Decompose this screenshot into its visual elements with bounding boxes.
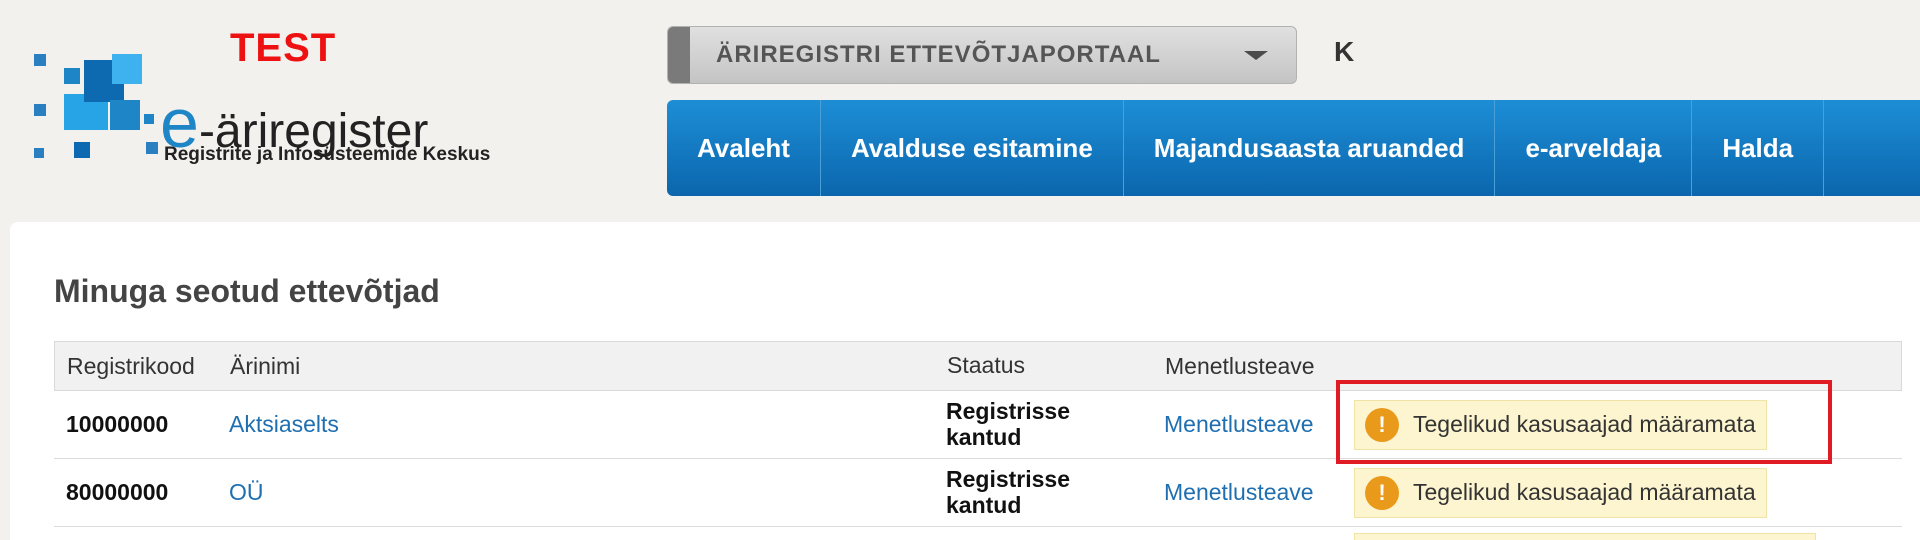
logo-mosaic-square bbox=[64, 68, 80, 84]
logo-mosaic-square bbox=[110, 100, 140, 130]
page-title: Minuga seotud ettevõtjad bbox=[54, 273, 440, 309]
logo-mosaic-square bbox=[144, 114, 154, 124]
warning-text: Tegelikud kasusaajad määramata bbox=[1413, 479, 1756, 505]
user-menu[interactable]: K bbox=[1334, 36, 1354, 68]
procedure-info-link[interactable]: Menetlusteave bbox=[1164, 459, 1314, 526]
logo-mosaic-square bbox=[146, 142, 158, 154]
logo[interactable]: TEST e-äriregister Registrite ja Infosüs… bbox=[28, 26, 568, 170]
nav-item-avaleht[interactable]: Avaleht bbox=[667, 100, 821, 196]
column-header-name: Ärinimi bbox=[230, 352, 301, 379]
nav-item-halda[interactable]: Halda bbox=[1692, 100, 1825, 196]
beneficiaries-warning[interactable]: ! Tegelikud kasusaajad määramata bbox=[1354, 467, 1767, 518]
table-row-partial bbox=[54, 527, 1902, 540]
table-row: 80000000 OÜ Registrisse kantud Menetlust… bbox=[54, 459, 1902, 527]
nav-item-e-arveldaja[interactable]: e-arveldaja bbox=[1495, 100, 1693, 196]
column-header-code: Registrikood bbox=[67, 352, 195, 379]
logo-mosaic-square bbox=[112, 54, 142, 84]
company-name-link[interactable]: OÜ bbox=[229, 459, 264, 526]
warning-cell-partial bbox=[1354, 527, 1816, 540]
environment-label: TEST bbox=[230, 26, 337, 70]
logo-mosaic-square bbox=[34, 148, 44, 158]
status-text: Registrisse kantud bbox=[946, 466, 1071, 518]
warning-icon: ! bbox=[1365, 475, 1399, 510]
beneficiaries-warning-partial bbox=[1354, 533, 1816, 540]
procedure-info-link[interactable]: Menetlusteave bbox=[1164, 391, 1314, 458]
highlight-annotation bbox=[1336, 380, 1832, 464]
nav-item-majandusaasta-aruanded[interactable]: Majandusaasta aruanded bbox=[1124, 100, 1496, 196]
logo-mosaic-square bbox=[74, 142, 90, 158]
main-nav: Avaleht Avalduse esitamine Majandusaasta… bbox=[667, 100, 1920, 196]
column-header-procedure: Menetlusteave bbox=[1165, 352, 1315, 379]
chevron-down-icon bbox=[1244, 50, 1268, 60]
portal-select-stripe bbox=[668, 27, 690, 83]
logo-subtitle: Registrite ja Infosüsteemide Keskus bbox=[164, 144, 491, 165]
nav-item-avalduse-esitamine[interactable]: Avalduse esitamine bbox=[821, 100, 1124, 196]
portal-select[interactable]: ÄRIREGISTRI ETTEVÕTJAPORTAAL bbox=[667, 26, 1297, 84]
warning-cell: ! Tegelikud kasusaajad määramata bbox=[1354, 459, 1767, 526]
registry-code: 10000000 bbox=[66, 411, 169, 437]
status-text: Registrisse kantud bbox=[946, 398, 1071, 450]
registry-code: 80000000 bbox=[66, 479, 169, 505]
logo-mosaic-square bbox=[34, 104, 46, 116]
company-name-link[interactable]: Aktsiaselts bbox=[229, 391, 339, 458]
portal-select-label: ÄRIREGISTRI ETTEVÕTJAPORTAAL bbox=[716, 41, 1161, 68]
logo-mosaic-square bbox=[34, 54, 46, 66]
column-header-status: Staatus bbox=[947, 352, 1025, 379]
